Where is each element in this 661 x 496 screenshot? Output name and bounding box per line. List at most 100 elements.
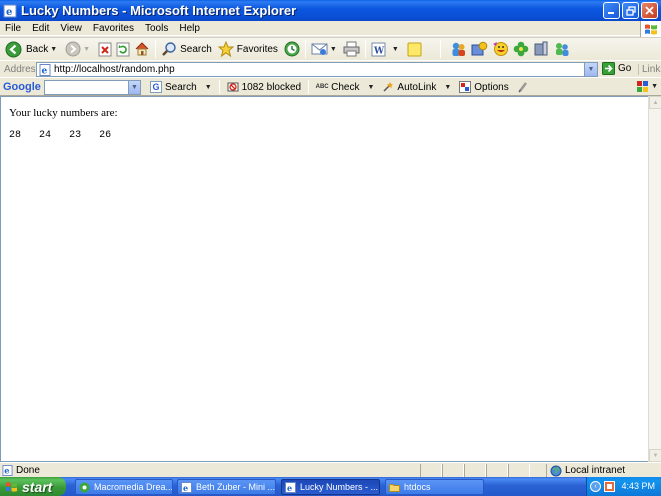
sound-button[interactable] xyxy=(531,39,551,59)
search-icon xyxy=(162,42,176,56)
links-label[interactable]: Links xyxy=(638,64,661,75)
svg-text:e: e xyxy=(183,483,188,493)
toolbar-separator xyxy=(155,40,157,58)
spellcheck-icon: ABC xyxy=(315,84,329,90)
folder-icon xyxy=(389,483,400,492)
lucky-number: 24 xyxy=(39,130,52,141)
autolink-dropdown-icon[interactable]: ▼ xyxy=(444,84,451,91)
toolbar-separator xyxy=(304,40,306,58)
taskbar-button-lucky-numbers[interactable]: e Lucky Numbers - ... xyxy=(281,479,380,495)
back-icon xyxy=(5,41,22,57)
menu-help[interactable]: Help xyxy=(173,23,205,34)
menu-edit[interactable]: Edit xyxy=(26,23,54,34)
spellcheck-label: Check xyxy=(331,81,360,93)
chevron-down-icon: ▼ xyxy=(587,66,595,73)
print-button[interactable] xyxy=(341,39,362,59)
window-title: Lucky Numbers - Microsoft Internet Explo… xyxy=(21,3,297,18)
menu-view[interactable]: View xyxy=(54,23,87,34)
google-search-input[interactable]: ▼ xyxy=(44,80,141,95)
close-button[interactable] xyxy=(641,2,658,19)
forward-dropdown-icon[interactable]: ▼ xyxy=(83,46,90,53)
address-url[interactable]: http://localhost/random.php xyxy=(54,64,175,75)
standard-toolbar: Back ▼ ▼ Search Favorites ▼ W ▼ xyxy=(0,37,661,61)
vertical-scrollbar[interactable]: ▲ ▼ xyxy=(648,96,661,462)
favorites-button[interactable]: Favorites xyxy=(216,39,280,59)
home-button[interactable] xyxy=(132,39,152,59)
taskbar-button-htdocs[interactable]: htdocs xyxy=(385,479,484,495)
popup-blocker-icon xyxy=(227,81,239,93)
menu-tools[interactable]: Tools xyxy=(139,23,173,34)
stop-button[interactable] xyxy=(96,39,114,59)
edit-dropdown-icon[interactable]: ▼ xyxy=(392,46,399,53)
windows-flag-icon xyxy=(645,24,657,34)
forward-button[interactable]: ▼ xyxy=(63,39,92,59)
refresh-button[interactable] xyxy=(114,39,132,59)
minimize-button[interactable] xyxy=(603,2,620,19)
close-icon xyxy=(645,6,654,15)
options-button[interactable]: Options xyxy=(455,81,512,93)
scroll-up-button[interactable]: ▲ xyxy=(649,96,661,109)
maximize-button[interactable] xyxy=(622,2,639,19)
tray-app-icon[interactable] xyxy=(604,481,615,492)
search-label: Search xyxy=(180,43,212,55)
page-content: Your lucky numbers are: 28 24 23 26 xyxy=(0,96,648,462)
google-search-dropdown-icon[interactable]: ▼ xyxy=(205,84,212,91)
svg-text:e: e xyxy=(287,483,292,493)
mail-button[interactable]: ▼ xyxy=(309,39,339,59)
google-search-label: Search xyxy=(165,81,197,93)
scroll-down-button[interactable]: ▼ xyxy=(649,449,661,462)
google-search-dropdown-button[interactable]: ▼ xyxy=(128,81,140,94)
taskbar-label: Beth Zuber - Mini ... xyxy=(196,482,276,492)
history-button[interactable] xyxy=(282,39,302,59)
flower-button[interactable] xyxy=(511,39,531,59)
messenger-button[interactable] xyxy=(448,39,469,59)
edit-button[interactable]: W ▼ xyxy=(369,39,401,59)
google-search-button[interactable]: G Search ▼ xyxy=(146,81,216,93)
lucky-number: 26 xyxy=(99,130,112,141)
chevron-down-icon: ▼ xyxy=(652,452,659,459)
google-logo-button[interactable]: Google ▼ xyxy=(3,81,50,93)
menu-file[interactable]: File xyxy=(0,23,26,34)
lucky-numbers-intro: Your lucky numbers are: xyxy=(9,107,118,119)
address-bar: Address e http://localhost/random.php ▼ … xyxy=(0,61,661,78)
address-field[interactable]: e http://localhost/random.php ▼ xyxy=(36,62,598,77)
spellcheck-dropdown-icon[interactable]: ▼ xyxy=(367,84,374,91)
search-button[interactable]: Search xyxy=(159,39,214,59)
ie-page-icon: e xyxy=(3,4,17,18)
smiley-button[interactable] xyxy=(490,39,511,59)
go-button[interactable]: Go xyxy=(602,62,631,75)
taskbar-label: Macromedia Drea... xyxy=(94,482,173,492)
title-bar[interactable]: e Lucky Numbers - Microsoft Internet Exp… xyxy=(0,0,661,21)
address-dropdown-button[interactable]: ▼ xyxy=(584,63,597,76)
flower-icon xyxy=(513,41,529,57)
google-g-icon: G xyxy=(150,81,162,93)
friends-button[interactable] xyxy=(551,39,572,59)
dreamweaver-icon xyxy=(79,482,90,492)
media-icon xyxy=(471,41,488,56)
svg-text:e: e xyxy=(6,7,12,18)
highlighter-button[interactable] xyxy=(513,81,536,93)
clock[interactable]: 4:43 PM xyxy=(621,481,655,491)
tray-expand-icon[interactable]: ‹ xyxy=(590,481,601,492)
page-done-icon: e xyxy=(2,464,13,476)
popup-blocker-button[interactable]: 1082 blocked xyxy=(223,81,306,93)
lucky-number: 28 xyxy=(9,130,22,141)
autolink-label: AutoLink xyxy=(397,81,437,93)
autolink-button[interactable]: AutoLink ▼ xyxy=(378,81,455,93)
status-cell xyxy=(486,464,508,477)
taskbar-button-beth-zuber[interactable]: e Beth Zuber - Mini ... xyxy=(177,479,276,495)
back-dropdown-icon[interactable]: ▼ xyxy=(50,46,57,53)
discuss-button[interactable] xyxy=(405,39,424,59)
menu-favorites[interactable]: Favorites xyxy=(87,23,139,34)
google-toolbar-menu-button[interactable]: ▼ xyxy=(636,80,658,93)
status-cell xyxy=(442,464,464,477)
spellcheck-button[interactable]: ABC Check ▼ xyxy=(312,81,378,93)
lucky-number: 23 xyxy=(69,130,82,141)
chevron-up-icon: ▲ xyxy=(652,99,659,106)
taskbar-button-dreamweaver[interactable]: Macromedia Drea... xyxy=(75,479,173,495)
media-button[interactable] xyxy=(469,39,490,59)
mail-dropdown-icon[interactable]: ▼ xyxy=(330,46,337,53)
start-button[interactable]: start xyxy=(0,477,66,496)
back-button[interactable]: Back ▼ xyxy=(3,39,59,59)
edit-icon: W xyxy=(371,42,386,56)
